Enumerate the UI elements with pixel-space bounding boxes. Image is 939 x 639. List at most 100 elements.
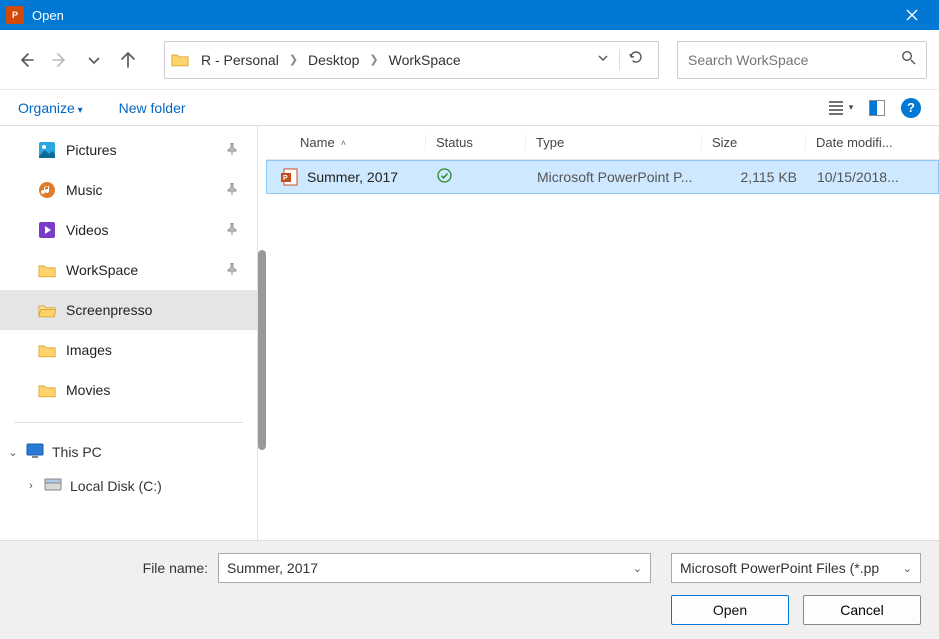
sidebar-item-label: Pictures — [66, 142, 117, 158]
file-row[interactable]: P Summer, 2017 Microsoft PowerPoint P...2,… — [266, 160, 939, 194]
chevron-right-icon: ❯ — [363, 53, 384, 66]
pin-icon — [227, 183, 237, 198]
sidebar-item-label: Videos — [66, 222, 109, 238]
chevron-down-icon: ⌄ — [903, 562, 912, 575]
column-header-status[interactable]: Status — [426, 135, 526, 150]
list-icon — [829, 101, 847, 115]
column-headers: Name ˄ Status Type Size Date modifi... — [266, 126, 939, 160]
file-name: Summer, 2017 — [307, 169, 398, 185]
chevron-down-icon: ⌄ — [0, 446, 26, 459]
tree-label: This PC — [52, 444, 102, 460]
scrollbar-thumb[interactable] — [258, 250, 266, 450]
column-header-date[interactable]: Date modifi... — [806, 135, 939, 150]
filename-combo[interactable]: Summer, 2017 ⌄ — [218, 553, 651, 583]
forward-button[interactable] — [46, 46, 74, 74]
refresh-icon — [628, 49, 644, 65]
search-box[interactable] — [677, 41, 927, 79]
window-title: Open — [32, 8, 891, 23]
chevron-down-icon — [597, 52, 609, 64]
preview-pane-button[interactable] — [863, 94, 891, 122]
arrow-up-icon — [119, 51, 137, 69]
toolbar: Organize New folder ▾ ? — [0, 90, 939, 126]
new-folder-button[interactable]: New folder — [119, 100, 186, 116]
open-button[interactable]: Open — [671, 595, 789, 625]
sidebar-item-images[interactable]: Images — [0, 330, 257, 370]
file-list: Name ˄ Status Type Size Date modifi... P… — [266, 126, 939, 540]
filename-value: Summer, 2017 — [227, 560, 318, 576]
organize-menu[interactable]: Organize — [18, 100, 83, 116]
view-options-button[interactable]: ▾ — [827, 94, 855, 122]
sidebar-item-label: Images — [66, 342, 112, 358]
navigation-pane: Pictures Music Videos WorkSpace Screenpresso… — [0, 126, 258, 540]
svg-text:P: P — [283, 175, 288, 182]
folder-icon — [38, 341, 56, 359]
address-bar[interactable]: R - Personal ❯ Desktop ❯ WorkSpace — [164, 41, 659, 79]
app-icon: P — [6, 6, 24, 24]
sidebar-item-workspace[interactable]: WorkSpace — [0, 250, 257, 290]
back-button[interactable] — [12, 46, 40, 74]
music-icon — [38, 181, 56, 199]
column-header-name[interactable]: Name ˄ — [266, 135, 426, 150]
column-label: Name — [300, 135, 335, 150]
crumb-leaf[interactable]: WorkSpace — [385, 52, 465, 68]
title-bar: P Open — [0, 0, 939, 30]
column-header-size[interactable]: Size — [702, 135, 806, 150]
tree-label: Local Disk (C:) — [70, 478, 162, 494]
folder-icon — [38, 261, 56, 279]
folder-open-icon — [38, 301, 56, 319]
sidebar-item-music[interactable]: Music — [0, 170, 257, 210]
file-type: Microsoft PowerPoint P... — [527, 169, 703, 185]
search-input[interactable] — [688, 52, 901, 68]
body: Pictures Music Videos WorkSpace Screenpresso… — [0, 126, 939, 540]
monitor-icon — [26, 443, 44, 462]
chevron-down-icon — [87, 53, 101, 67]
filename-label: File name: — [18, 560, 218, 576]
recent-locations-button[interactable] — [80, 46, 108, 74]
filetype-value: Microsoft PowerPoint Files (*.pp — [680, 560, 879, 576]
sidebar-item-movies[interactable]: Movies — [0, 370, 257, 410]
sidebar-item-label: Music — [66, 182, 103, 198]
pictures-icon — [38, 141, 56, 159]
column-header-type[interactable]: Type — [526, 135, 702, 150]
dialog-footer: File name: Summer, 2017 ⌄ Microsoft Powe… — [0, 540, 939, 639]
filetype-combo[interactable]: Microsoft PowerPoint Files (*.pp ⌄ — [671, 553, 921, 583]
separator — [14, 422, 243, 423]
sidebar-item-videos[interactable]: Videos — [0, 210, 257, 250]
address-dropdown[interactable] — [587, 52, 619, 67]
sidebar-item-label: WorkSpace — [66, 262, 138, 278]
arrow-left-icon — [17, 51, 35, 69]
sidebar-item-label: Movies — [66, 382, 110, 398]
sidebar-item-label: Screenpresso — [66, 302, 152, 318]
pin-icon — [227, 143, 237, 158]
folder-icon — [171, 52, 191, 68]
refresh-button[interactable] — [619, 49, 652, 70]
up-button[interactable] — [114, 46, 142, 74]
sidebar-item-screenpresso[interactable]: Screenpresso — [0, 290, 257, 330]
videos-icon — [38, 221, 56, 239]
file-size: 2,115 KB — [703, 169, 807, 185]
search-icon — [901, 50, 916, 69]
chevron-right-icon: › — [18, 480, 44, 492]
nav-scrollbar[interactable] — [258, 126, 266, 540]
close-icon — [906, 9, 918, 21]
sidebar-item-pictures[interactable]: Pictures — [0, 130, 257, 170]
navigation-bar: R - Personal ❯ Desktop ❯ WorkSpace — [0, 30, 939, 90]
chevron-down-icon: ⌄ — [633, 562, 642, 575]
cancel-button[interactable]: Cancel — [803, 595, 921, 625]
tree-item-local-disk[interactable]: › Local Disk (C:) — [0, 469, 257, 503]
powerpoint-icon: P — [281, 168, 299, 186]
preview-icon — [869, 100, 885, 116]
chevron-right-icon: ❯ — [283, 53, 304, 66]
close-button[interactable] — [891, 0, 933, 30]
drive-icon — [44, 478, 62, 495]
check-icon — [437, 168, 452, 183]
tree-item-this-pc[interactable]: ⌄ This PC — [0, 435, 257, 469]
crumb-mid[interactable]: Desktop — [304, 52, 363, 68]
help-button[interactable]: ? — [901, 98, 921, 118]
folder-icon — [38, 381, 56, 399]
pin-icon — [227, 263, 237, 278]
file-date: 10/15/2018... — [807, 169, 938, 185]
sort-asc-icon: ˄ — [341, 138, 346, 148]
arrow-right-icon — [51, 51, 69, 69]
crumb-root[interactable]: R - Personal — [197, 52, 283, 68]
